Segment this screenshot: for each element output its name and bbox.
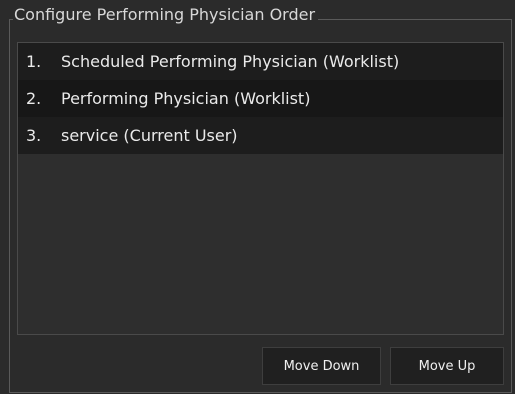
list-item-label: Scheduled Performing Physician (Worklist… (61, 52, 400, 71)
list-item-label: service (Current User) (61, 126, 238, 145)
list-item[interactable]: 1. Scheduled Performing Physician (Workl… (18, 43, 503, 80)
list-item-label: Performing Physician (Worklist) (61, 89, 311, 108)
configure-physician-order-panel: Configure Performing Physician Order 1. … (0, 0, 515, 394)
physician-order-list[interactable]: 1. Scheduled Performing Physician (Workl… (17, 42, 504, 335)
list-item[interactable]: 3. service (Current User) (18, 117, 503, 154)
list-item-number: 3. (26, 126, 42, 145)
list-item[interactable]: 2. Performing Physician (Worklist) (18, 80, 503, 117)
list-item-number: 2. (26, 89, 42, 108)
move-down-button[interactable]: Move Down (262, 347, 381, 385)
list-item-number: 1. (26, 52, 42, 71)
group-title: Configure Performing Physician Order (13, 4, 319, 26)
move-up-button[interactable]: Move Up (390, 347, 504, 385)
